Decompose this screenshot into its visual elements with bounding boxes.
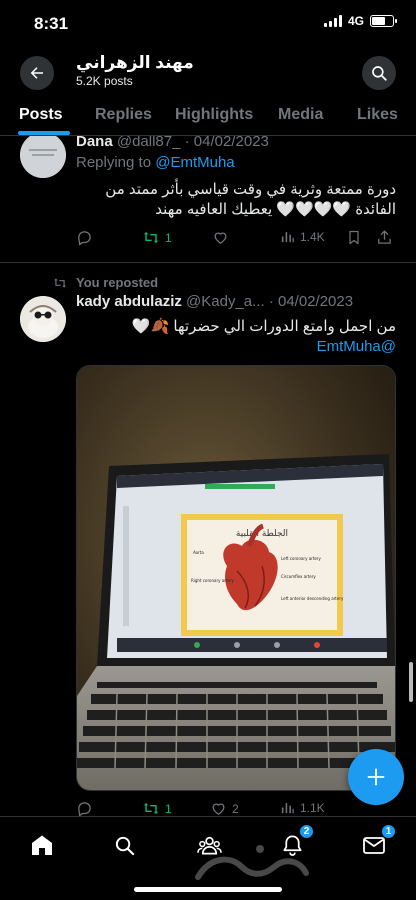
tab-highlights[interactable]: Highlights xyxy=(175,106,253,124)
views-icon xyxy=(281,803,294,814)
post-text-line: من اجمل وامتع الدورات الي حضرتها 🍂🤍 xyxy=(131,318,396,335)
profile-name: مهند الزهراني xyxy=(76,53,194,72)
post-text: من اجمل وامتع الدورات الي حضرتها 🍂🤍 @Emt… xyxy=(76,317,396,357)
back-button[interactable] xyxy=(20,56,54,90)
repost-count: 1 xyxy=(165,801,172,816)
search-icon xyxy=(115,836,134,855)
author-name[interactable]: kady abdulaziz xyxy=(76,293,182,310)
tab-posts[interactable]: Posts xyxy=(19,106,63,124)
nav-home[interactable] xyxy=(28,831,56,859)
post-count: 5.2K posts xyxy=(76,74,133,88)
tab-likes[interactable]: Likes xyxy=(357,106,398,124)
active-tab-indicator xyxy=(18,131,70,135)
slide-label-lad: Left anterior descending artery xyxy=(281,596,344,601)
profile-tabs: Posts Replies Highlights Media Likes xyxy=(0,94,416,136)
tab-replies[interactable]: Replies xyxy=(95,106,152,124)
messages-badge: 1 xyxy=(381,824,396,839)
post-actions: 1 2 1.1K xyxy=(76,800,396,816)
home-indicator xyxy=(134,887,282,892)
battery-level xyxy=(372,17,385,25)
status-bar: 8:31 4G xyxy=(0,0,416,48)
repost-button[interactable]: 1 xyxy=(142,800,172,816)
network-label: 4G xyxy=(347,14,364,28)
views-button[interactable]: 1.1K xyxy=(280,800,325,815)
reply-icon xyxy=(78,802,91,816)
repost-icon xyxy=(143,802,159,815)
reply-button[interactable] xyxy=(76,800,93,816)
laptop-photo: الجلطة القلبية Aorta Right coronary arte… xyxy=(77,366,395,790)
compose-plus-icon xyxy=(367,768,385,786)
like-icon xyxy=(212,803,225,815)
post-author-line: kady abdulaziz @Kady_a... · 04/02/2023 xyxy=(76,293,396,310)
tab-media[interactable]: Media xyxy=(278,106,323,124)
mention-link[interactable]: @EmtMuha xyxy=(76,337,396,357)
back-arrow-icon xyxy=(30,67,43,79)
scrollbar-thumb[interactable] xyxy=(409,662,413,702)
compose-button[interactable] xyxy=(348,749,404,805)
nav-search[interactable] xyxy=(110,831,138,859)
slide-label-right-coronary: Right coronary artery xyxy=(191,578,234,583)
slide-label-circumflex: Circumflex artery xyxy=(281,574,316,579)
battery-icon xyxy=(370,15,397,27)
bottom-nav: 2 1 xyxy=(0,816,416,900)
slide-label-left-coronary: Left coronary artery xyxy=(281,556,321,561)
timeline[interactable]: Dana @dall87_ · 04/02/2023 Replying to @… xyxy=(0,136,416,816)
avatar[interactable] xyxy=(20,296,66,342)
watermark-logo xyxy=(195,845,309,880)
status-time: 8:31 xyxy=(34,14,69,33)
home-icon xyxy=(32,835,52,855)
post-date: · 04/02/2023 xyxy=(268,293,354,310)
views-count: 1.1K xyxy=(300,800,325,815)
signal-icon xyxy=(323,15,342,27)
like-button[interactable]: 2 xyxy=(210,800,239,816)
search-icon xyxy=(372,66,387,81)
author-handle[interactable]: @Kady_a... xyxy=(186,293,265,310)
messages-icon xyxy=(363,837,385,854)
search-button[interactable] xyxy=(362,56,396,90)
slide-title: الجلطة القلبية xyxy=(236,529,288,539)
post-photo[interactable]: الجلطة القلبية Aorta Right coronary arte… xyxy=(76,365,396,791)
status-indicators: 4G xyxy=(323,14,397,28)
profile-header: مهند الزهراني 5.2K posts xyxy=(0,48,416,94)
avatar-image xyxy=(20,296,66,342)
like-count: 2 xyxy=(232,801,239,816)
reposted-post[interactable]: kady abdulaziz @Kady_a... · 04/02/2023 م… xyxy=(0,136,416,816)
nav-messages[interactable]: 1 xyxy=(360,824,396,859)
slide-label-aorta: Aorta xyxy=(193,550,204,555)
